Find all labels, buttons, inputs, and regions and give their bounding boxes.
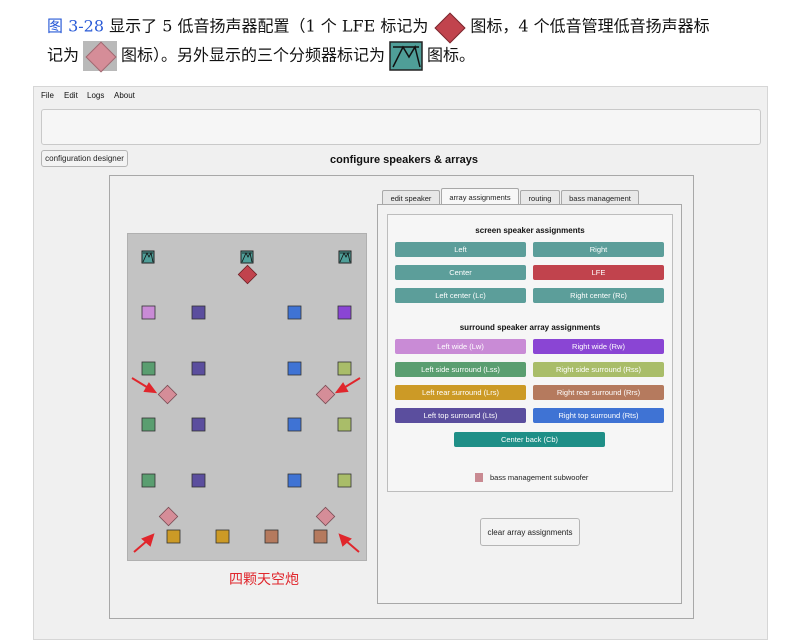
menu-edit[interactable]: Edit	[64, 91, 78, 100]
crossover-icon[interactable]	[141, 250, 155, 264]
speaker-layout-panel	[127, 233, 367, 561]
lfe-diamond-icon	[432, 12, 466, 44]
left-wide-button[interactable]: Left wide (Lw)	[395, 339, 526, 354]
surround-section-title: surround speaker array assignments	[459, 323, 601, 332]
speaker-lw[interactable]	[141, 305, 156, 320]
top-text-field[interactable]	[41, 109, 761, 145]
crossover-icon[interactable]	[338, 250, 352, 264]
caption-line-2: 记为 图标）。另外显示的三个分频器标记为 图标。	[47, 41, 476, 73]
speaker-lrs[interactable]	[215, 529, 230, 544]
menu-bar: File Edit Logs About	[34, 87, 767, 105]
speaker-rrs[interactable]	[313, 529, 328, 544]
overlay-label: 四颗天空炮	[229, 571, 299, 587]
array-assignments-panel: screen speaker assignments Left Right Ce…	[377, 204, 682, 604]
right-wide-button[interactable]: Right wide (Rw)	[533, 339, 664, 354]
center-back-button[interactable]: Center back (Cb)	[454, 432, 605, 447]
center-button[interactable]: Center	[395, 265, 526, 280]
crossover-icon	[389, 41, 423, 71]
configuration-designer-button[interactable]: configuration designer	[41, 150, 128, 167]
speaker-rss[interactable]	[337, 417, 352, 432]
app-window: File Edit Logs About configuration desig…	[33, 86, 768, 640]
speaker-layout-svg	[131, 250, 361, 553]
tab-edit-speaker[interactable]: edit speaker	[382, 190, 440, 205]
speaker-rss[interactable]	[337, 361, 352, 376]
right-button[interactable]: Right	[533, 242, 664, 257]
assignments-group: screen speaker assignments Left Right Ce…	[387, 214, 673, 492]
page-title: configure speakers & arrays	[330, 154, 478, 166]
left-side-surround-button[interactable]: Left side surround (Lss)	[395, 362, 526, 377]
arrow-icon	[131, 377, 158, 394]
tab-bass-management[interactable]: bass management	[561, 190, 639, 205]
legend-label: bass management subwoofer	[490, 473, 589, 482]
bass-sub-diamond-icon[interactable]	[158, 506, 179, 527]
speaker-lts[interactable]	[191, 417, 206, 432]
caption-text: 显示了 5 低音扬声器配置（1 个 LFE 标记为	[109, 16, 429, 36]
speaker-rts[interactable]	[287, 473, 302, 488]
bass-sub-swatch	[475, 473, 483, 482]
caption: 图 3-28 显示了 5 低音扬声器配置（1 个 LFE 标记为 图标，4 个低音…	[0, 0, 800, 84]
bass-sub-diamond-icon	[83, 41, 118, 73]
speaker-rss[interactable]	[337, 473, 352, 488]
left-center-button[interactable]: Left center (Lc)	[395, 288, 526, 303]
right-side-surround-button[interactable]: Right side surround (Rss)	[533, 362, 664, 377]
speaker-rts[interactable]	[287, 361, 302, 376]
lfe-button[interactable]: LFE	[533, 265, 664, 280]
bass-sub-diamond-icon[interactable]	[157, 384, 178, 405]
left-button[interactable]: Left	[395, 242, 526, 257]
bass-sub-diamond-icon[interactable]	[315, 506, 336, 527]
screen-section-title: screen speaker assignments	[475, 226, 585, 235]
speaker-lrs[interactable]	[166, 529, 181, 544]
arrow-icon	[334, 377, 361, 394]
caption-text: 图标）。另外显示的三个分频器标记为	[121, 45, 386, 65]
speaker-lss[interactable]	[141, 417, 156, 432]
arrow-icon	[338, 533, 360, 553]
speaker-lss[interactable]	[141, 473, 156, 488]
figure-reference: 图 3-28	[47, 16, 105, 36]
menu-about[interactable]: About	[114, 91, 135, 100]
tab-array-assignments[interactable]: array assignments	[441, 188, 519, 205]
speaker-lts[interactable]	[191, 305, 206, 320]
right-top-surround-button[interactable]: Right top surround (Rts)	[533, 408, 664, 423]
left-rear-surround-button[interactable]: Left rear surround (Lrs)	[395, 385, 526, 400]
caption-text: 记为	[47, 45, 80, 65]
speaker-rts[interactable]	[287, 305, 302, 320]
tab-routing[interactable]: routing	[520, 190, 560, 205]
arrow-icon	[133, 533, 155, 553]
caption-text: 图标。	[427, 45, 476, 65]
speaker-lts[interactable]	[191, 473, 206, 488]
lfe-diamond-icon[interactable]	[237, 264, 258, 285]
speaker-lss[interactable]	[141, 361, 156, 376]
clear-array-assignments-button[interactable]: clear array assignments	[480, 518, 580, 546]
speaker-lts[interactable]	[191, 361, 206, 376]
menu-file[interactable]: File	[41, 91, 54, 100]
caption-line-1: 图 3-28 显示了 5 低音扬声器配置（1 个 LFE 标记为 图标，4 个低音…	[47, 12, 710, 44]
speaker-rw[interactable]	[337, 305, 352, 320]
left-top-surround-button[interactable]: Left top surround (Lts)	[395, 408, 526, 423]
crossover-icon[interactable]	[240, 250, 254, 264]
right-rear-surround-button[interactable]: Right rear surround (Rrs)	[533, 385, 664, 400]
caption-text: 图标，4 个低音管理低音扬声器标	[470, 16, 710, 36]
right-center-button[interactable]: Right center (Rc)	[533, 288, 664, 303]
menu-logs[interactable]: Logs	[87, 91, 104, 100]
speaker-rts[interactable]	[287, 417, 302, 432]
legend: bass management subwoofer	[475, 473, 588, 482]
speaker-rrs[interactable]	[264, 529, 279, 544]
bass-sub-diamond-icon[interactable]	[315, 384, 336, 405]
